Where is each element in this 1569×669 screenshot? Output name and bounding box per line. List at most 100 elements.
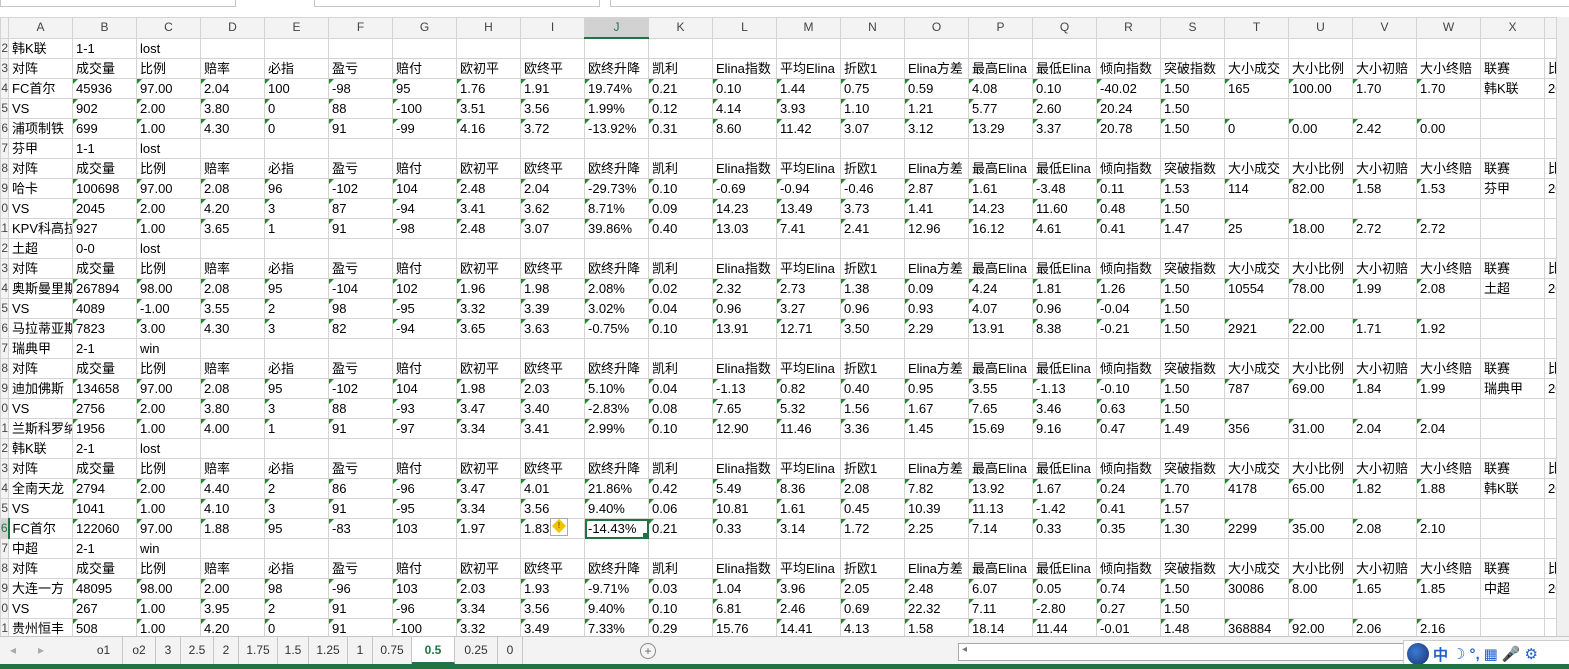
cell-E2[interactable] [264, 37, 329, 59]
cell-F31[interactable]: 91 [328, 618, 393, 636]
cell-Y27[interactable] [1544, 538, 1556, 559]
cell-Y30[interactable] [1544, 598, 1556, 619]
cell-F4[interactable]: -98 [328, 78, 393, 99]
cell-C12[interactable]: lost [136, 238, 201, 259]
cell-T22[interactable] [1224, 438, 1289, 459]
cell-M13[interactable]: 平均Elina [776, 258, 841, 279]
cell-N22[interactable] [840, 438, 905, 459]
cell-U12[interactable] [1288, 238, 1353, 259]
cell-P15[interactable]: 4.07 [968, 298, 1033, 319]
cell-X23[interactable]: 联赛 [1480, 458, 1545, 479]
cell-G9[interactable]: 104 [392, 178, 457, 199]
cell-T25[interactable] [1224, 498, 1289, 519]
cell-X7[interactable] [1480, 138, 1545, 159]
cell-D17[interactable] [200, 338, 265, 359]
cell-M20[interactable]: 5.32 [776, 398, 841, 419]
cell-N8[interactable]: 折欧1 [840, 158, 905, 179]
cell-Q27[interactable] [1032, 538, 1097, 559]
column-header-R[interactable]: R [1096, 17, 1161, 39]
sheet-tab-2[interactable]: 2 [214, 637, 239, 664]
cell-M26[interactable]: 3.14 [776, 518, 841, 539]
cell-B24[interactable]: 2794 [72, 478, 137, 499]
cell-A27[interactable]: 中超 [8, 538, 73, 559]
cell-R10[interactable]: 0.48 [1096, 198, 1161, 219]
sheet-tab-0.5[interactable]: 0.5 [412, 637, 455, 664]
cell-V17[interactable] [1352, 338, 1417, 359]
cell-S3[interactable]: 突破指数 [1160, 58, 1225, 79]
cell-P19[interactable]: 3.55 [968, 378, 1033, 399]
cell-Q20[interactable]: 3.46 [1032, 398, 1097, 419]
cell-C17[interactable]: win [136, 338, 201, 359]
cell-U31[interactable]: 92.00 [1288, 618, 1353, 636]
cell-T31[interactable]: 368884 [1224, 618, 1289, 636]
column-header-H[interactable]: H [456, 17, 521, 39]
cell-J5[interactable]: 1.99% [584, 98, 649, 119]
cell-V19[interactable]: 1.84 [1352, 378, 1417, 399]
cell-M18[interactable]: 平均Elina [776, 358, 841, 379]
cell-Q15[interactable]: 0.96 [1032, 298, 1097, 319]
cell-H8[interactable]: 欧初平 [456, 158, 521, 179]
cell-P18[interactable]: 最高Elina [968, 358, 1033, 379]
cell-R15[interactable]: -0.04 [1096, 298, 1161, 319]
cell-O18[interactable]: Elina方差 [904, 358, 969, 379]
cell-H23[interactable]: 欧初平 [456, 458, 521, 479]
cell-Q28[interactable]: 最低Elina [1032, 558, 1097, 579]
cell-F6[interactable]: 91 [328, 118, 393, 139]
cell-F27[interactable] [328, 538, 393, 559]
sheet-tab-1[interactable]: 1 [348, 637, 373, 664]
cell-F29[interactable]: -96 [328, 578, 393, 599]
cell-Y18[interactable]: 比 [1544, 358, 1556, 379]
cell-D14[interactable]: 2.08 [200, 278, 265, 299]
cell-R14[interactable]: 1.26 [1096, 278, 1161, 299]
cell-J18[interactable]: 欧终升降 [584, 358, 649, 379]
cell-W22[interactable] [1416, 438, 1481, 459]
cell-T6[interactable]: 0 [1224, 118, 1289, 139]
column-header-D[interactable]: D [200, 17, 265, 39]
cell-S8[interactable]: 突破指数 [1160, 158, 1225, 179]
cell-U21[interactable]: 31.00 [1288, 418, 1353, 439]
cell-G27[interactable] [392, 538, 457, 559]
cell-Q7[interactable] [1032, 138, 1097, 159]
cell-E11[interactable]: 1 [264, 218, 329, 239]
cell-P27[interactable] [968, 538, 1033, 559]
cell-S17[interactable] [1160, 338, 1225, 359]
cell-Q5[interactable]: 2.60 [1032, 98, 1097, 119]
cell-K14[interactable]: 0.02 [648, 278, 713, 299]
cell-Y4[interactable]: 20 [1544, 78, 1556, 99]
cell-C11[interactable]: 1.00 [136, 218, 201, 239]
cell-R16[interactable]: -0.21 [1096, 318, 1161, 339]
cell-J31[interactable]: 7.33% [584, 618, 649, 636]
cell-I12[interactable] [520, 238, 585, 259]
cell-P20[interactable]: 7.65 [968, 398, 1033, 419]
cell-N24[interactable]: 2.08 [840, 478, 905, 499]
cell-B21[interactable]: 1956 [72, 418, 137, 439]
cell-P14[interactable]: 4.24 [968, 278, 1033, 299]
cell-X12[interactable] [1480, 238, 1545, 259]
cell-C29[interactable]: 98.00 [136, 578, 201, 599]
cell-V28[interactable]: 大小初赔 [1352, 558, 1417, 579]
cell-H20[interactable]: 3.47 [456, 398, 521, 419]
cell-B25[interactable]: 1041 [72, 498, 137, 519]
cell-S25[interactable]: 1.57 [1160, 498, 1225, 519]
cell-A14[interactable]: 奥斯曼里斯堡 [8, 278, 73, 299]
cell-S18[interactable]: 突破指数 [1160, 358, 1225, 379]
cell-Y23[interactable]: 比 [1544, 458, 1556, 479]
cell-D3[interactable]: 赔率 [200, 58, 265, 79]
cell-I30[interactable]: 3.56 [520, 598, 585, 619]
cell-I17[interactable] [520, 338, 585, 359]
cell-J26[interactable]: -14.43% [584, 518, 649, 539]
cell-I16[interactable]: 3.63 [520, 318, 585, 339]
cell-T8[interactable]: 大小成交 [1224, 158, 1289, 179]
cell-E28[interactable]: 必指 [264, 558, 329, 579]
cell-R4[interactable]: -40.02 [1096, 78, 1161, 99]
cell-W25[interactable] [1416, 498, 1481, 519]
cell-Q22[interactable] [1032, 438, 1097, 459]
cell-K31[interactable]: 0.29 [648, 618, 713, 636]
cell-J29[interactable]: -9.71% [584, 578, 649, 599]
cell-J28[interactable]: 欧终升降 [584, 558, 649, 579]
cell-U17[interactable] [1288, 338, 1353, 359]
cell-U9[interactable]: 82.00 [1288, 178, 1353, 199]
cell-V29[interactable]: 1.65 [1352, 578, 1417, 599]
cell-U7[interactable] [1288, 138, 1353, 159]
cell-S10[interactable]: 1.50 [1160, 198, 1225, 219]
